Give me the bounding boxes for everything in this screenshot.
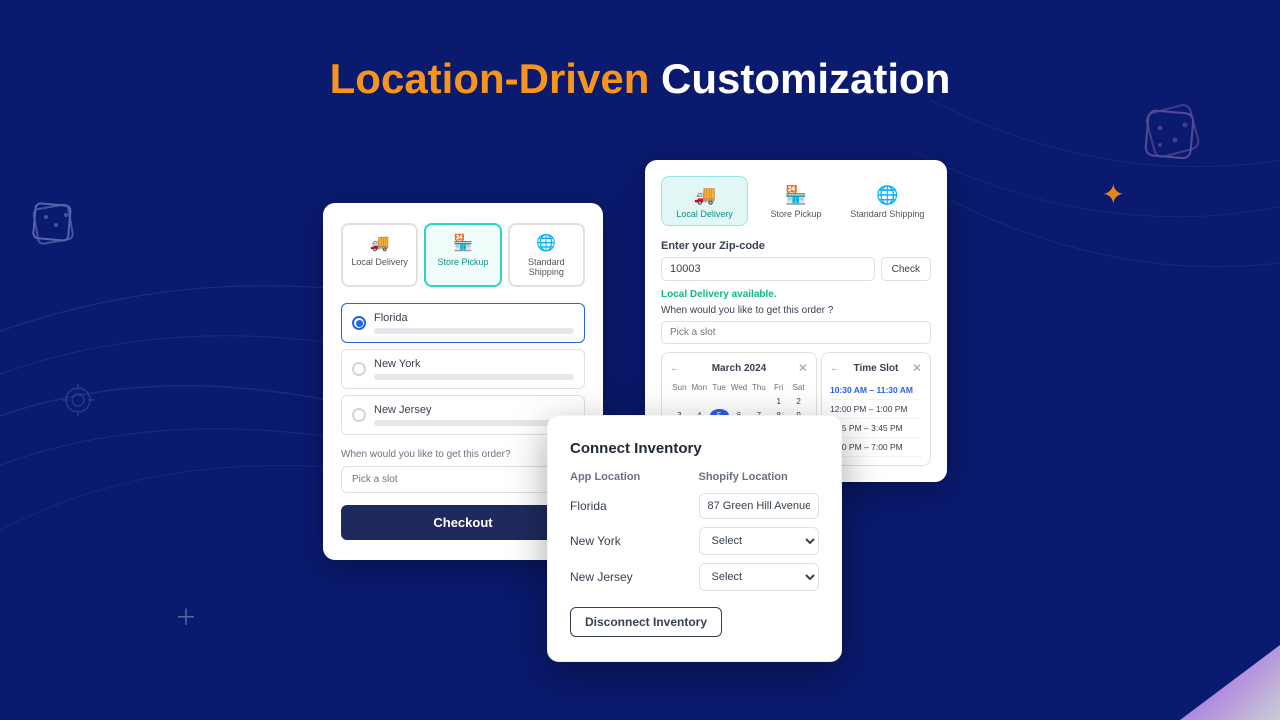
ts-close-icon[interactable]: ✕ [912, 361, 922, 375]
delivery-when-label: When would you like to get this order ? [661, 305, 931, 316]
cal-day [730, 395, 749, 408]
modal-row-newjersey: New Jersey Select [570, 563, 819, 591]
florida-line [374, 328, 574, 334]
zipcode-label: Enter your Zip-code [661, 240, 931, 252]
delivery-slot-input[interactable] [661, 321, 931, 344]
newyork-line [374, 374, 574, 380]
modal-col-shopify: Shopify Location [699, 471, 820, 483]
cal-day [710, 395, 729, 408]
dice-right-icon [1135, 100, 1205, 170]
modal-newjersey-name: New Jersey [570, 570, 691, 584]
checkout-location-list: Florida New York New Jersey [341, 303, 585, 435]
connect-inventory-modal: Connect Inventory App Location Shopify L… [547, 415, 842, 662]
dice-left-icon [28, 195, 83, 250]
cal-header-thu: Thu [749, 381, 768, 394]
radio-newjersey [352, 408, 366, 422]
title-highlight: Location-Driven [330, 55, 650, 102]
store-pickup-icon: 🏪 [453, 233, 473, 253]
modal-newyork-select[interactable]: Select [699, 527, 820, 555]
checkout-delivery-tabs: 🚚 Local Delivery 🏪 Store Pickup 🌐 Standa… [341, 223, 585, 287]
ts-slot-1[interactable]: 10:30 AM – 11:30 AM [830, 381, 922, 400]
dtab-shipping-icon: 🌐 [876, 185, 898, 206]
cal-header-sat: Sat [789, 381, 808, 394]
zipcode-input[interactable] [661, 257, 875, 281]
star-icon: ✦ [1102, 178, 1125, 211]
checkout-tab-store-pickup[interactable]: 🏪 Store Pickup [424, 223, 501, 287]
dtab-store-icon: 🏪 [785, 185, 807, 206]
modal-newyork-name: New York [570, 534, 691, 548]
cal-header-tue: Tue [710, 381, 729, 394]
dtab-local-icon: 🚚 [693, 185, 715, 206]
ts-title: Time Slot [854, 363, 899, 374]
title-normal: Customization [649, 55, 950, 102]
modal-title: Connect Inventory [570, 440, 819, 457]
delivery-tab-shipping[interactable]: 🌐 Standard Shipping [844, 176, 931, 226]
zipcode-row: Check [661, 257, 931, 281]
radio-florida [352, 316, 366, 330]
cal-day [690, 395, 709, 408]
cal-day-1[interactable]: 1 [769, 395, 788, 408]
cal-prev[interactable]: ← [670, 363, 680, 374]
delivery-tab-store[interactable]: 🏪 Store Pickup [752, 176, 839, 226]
modal-newjersey-select[interactable]: Select [699, 563, 820, 591]
available-text: Local Delivery available. [661, 289, 931, 300]
ts-header: ← Time Slot ✕ [830, 361, 922, 375]
modal-row-florida: Florida [570, 493, 819, 519]
standard-shipping-icon: 🌐 [536, 233, 556, 253]
cal-day [670, 395, 689, 408]
check-button[interactable]: Check [881, 257, 931, 281]
ts-slot-4[interactable]: 5:30 PM – 7:00 PM [830, 438, 922, 457]
local-delivery-icon: 🚚 [370, 233, 390, 253]
radio-newyork [352, 362, 366, 376]
checkout-tab-standard-shipping[interactable]: 🌐 Standard Shipping [508, 223, 585, 287]
cal-header-mon: Mon [690, 381, 709, 394]
ts-slot-3[interactable]: 3:15 PM – 3:45 PM [830, 419, 922, 438]
cal-header-sun: Sun [670, 381, 689, 394]
checkout-location-newyork[interactable]: New York [341, 349, 585, 389]
cal-day-2[interactable]: 2 [789, 395, 808, 408]
cross-icon: ＋ [175, 600, 197, 632]
gradient-stripe [1080, 570, 1280, 720]
modal-table-header: App Location Shopify Location [570, 471, 819, 483]
modal-florida-input[interactable] [699, 493, 820, 519]
delivery-tabs-row: 🚚 Local Delivery 🏪 Store Pickup 🌐 Standa… [661, 176, 931, 226]
newjersey-line [374, 420, 574, 426]
checkout-location-florida[interactable]: Florida [341, 303, 585, 343]
cal-close-icon[interactable]: ✕ [798, 361, 808, 375]
disconnect-inventory-button[interactable]: Disconnect Inventory [570, 607, 722, 637]
modal-col-app: App Location [570, 471, 691, 483]
crosshair-icon [58, 380, 98, 420]
cal-title: March 2024 [712, 363, 766, 374]
cal-day [749, 395, 768, 408]
ts-prev-icon[interactable]: ← [830, 363, 840, 374]
ts-slot-2[interactable]: 12:00 PM – 1:00 PM [830, 400, 922, 419]
modal-row-newyork: New York Select [570, 527, 819, 555]
checkout-tab-local-delivery[interactable]: 🚚 Local Delivery [341, 223, 418, 287]
delivery-tab-local[interactable]: 🚚 Local Delivery [661, 176, 748, 226]
modal-florida-name: Florida [570, 499, 691, 513]
page-title: Location-Driven Customization [330, 55, 951, 103]
cal-header-fri: Fri [769, 381, 788, 394]
cal-header-wed: Wed [730, 381, 749, 394]
cal-header: ← March 2024 ✕ [670, 361, 808, 375]
